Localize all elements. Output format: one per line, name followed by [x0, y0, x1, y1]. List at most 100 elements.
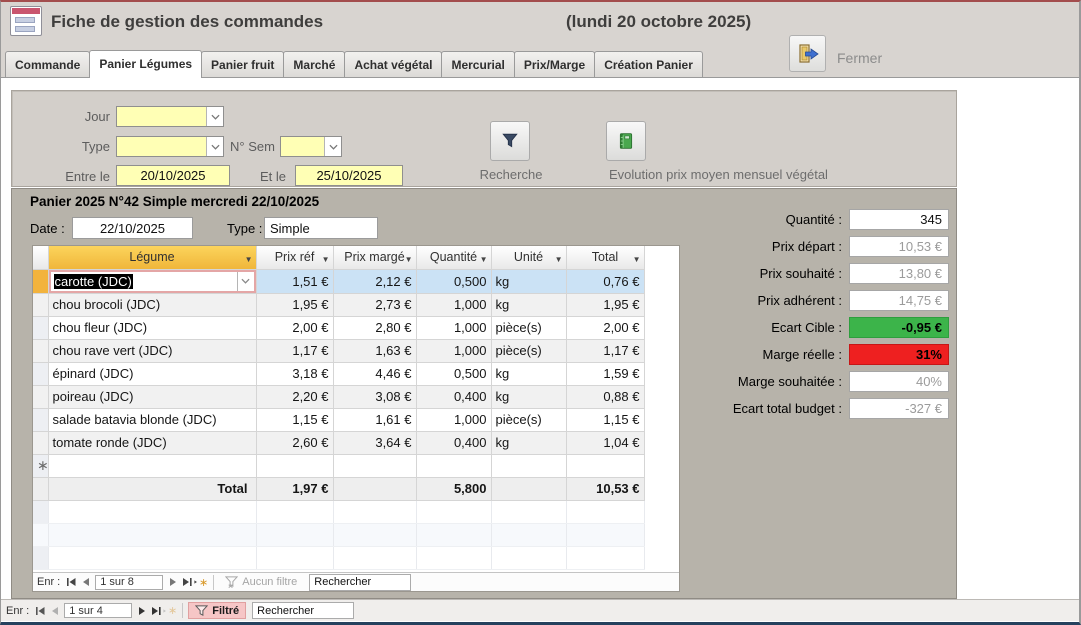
cell-prix-ref[interactable]: 2,60 €: [256, 431, 333, 454]
cell-prix-marge[interactable]: 1,61 €: [333, 408, 416, 431]
cell-total[interactable]: 1,95 €: [566, 293, 644, 316]
cell-legume[interactable]: salade batavia blonde (JDC): [48, 408, 256, 431]
next-record-button[interactable]: [135, 604, 149, 617]
cell-prix-marge[interactable]: 1,63 €: [333, 339, 416, 362]
cell-total[interactable]: 2,00 €: [566, 316, 644, 339]
cell-prix-ref[interactable]: 1,51 €: [256, 269, 333, 293]
row-selector[interactable]: [33, 431, 48, 454]
date-field[interactable]: 22/10/2025: [72, 217, 193, 239]
previous-record-button[interactable]: [78, 576, 92, 589]
cell-quantite[interactable]: 1,000: [416, 408, 491, 431]
type-field[interactable]: Simple: [264, 217, 378, 239]
row-selector[interactable]: [33, 339, 48, 362]
cell-legume[interactable]: poireau (JDC): [48, 385, 256, 408]
cell-total[interactable]: 0,76 €: [566, 269, 644, 293]
row-selector[interactable]: [33, 316, 48, 339]
cell-legume[interactable]: [48, 454, 256, 477]
evolution-button[interactable]: [606, 121, 646, 161]
cell-legume[interactable]: tomate ronde (JDC): [48, 431, 256, 454]
jour-combobox[interactable]: [116, 106, 224, 127]
close-form-button[interactable]: [789, 35, 826, 72]
cell-quantite[interactable]: 0,400: [416, 431, 491, 454]
tab-panier-fruit[interactable]: Panier fruit: [201, 51, 284, 77]
filtered-toggle[interactable]: Filtré: [188, 602, 246, 619]
cell-prix-ref[interactable]: 3,18 €: [256, 362, 333, 385]
cell-prix-marge[interactable]: 4,46 €: [333, 362, 416, 385]
quantite-field[interactable]: 345: [849, 209, 949, 230]
row-selector[interactable]: [33, 269, 48, 293]
cell-unite[interactable]: pièce(s): [491, 408, 566, 431]
cell-legume[interactable]: chou brocoli (JDC): [48, 293, 256, 316]
cell-unite[interactable]: kg: [491, 431, 566, 454]
new-record-button[interactable]: ∗: [163, 604, 177, 617]
cell-prix-marge[interactable]: 2,80 €: [333, 316, 416, 339]
column-filter-icon[interactable]: ▼: [480, 255, 488, 264]
search-input[interactable]: Rechercher: [309, 574, 411, 591]
tab-achat-vegetal[interactable]: Achat végétal: [344, 51, 442, 77]
cell-quantite[interactable]: 0,400: [416, 385, 491, 408]
cell-legume[interactable]: épinard (JDC): [48, 362, 256, 385]
chevron-down-icon[interactable]: [237, 272, 254, 291]
cell-legume[interactable]: chou rave vert (JDC): [48, 339, 256, 362]
column-header-total[interactable]: Total▼: [566, 246, 644, 269]
select-all-corner[interactable]: [33, 246, 48, 269]
cell-unite[interactable]: kg: [491, 362, 566, 385]
row-selector[interactable]: [33, 362, 48, 385]
type-combobox[interactable]: [116, 136, 224, 157]
column-header-prix-ref[interactable]: Prix réf▼: [256, 246, 333, 269]
search-input[interactable]: Rechercher: [252, 602, 354, 619]
legume-combo-cell[interactable]: carotte (JDC): [48, 269, 256, 293]
record-position-box[interactable]: 1 sur 8: [95, 575, 163, 590]
new-record-button[interactable]: ∗: [194, 576, 208, 589]
cell-unite[interactable]: kg: [491, 269, 566, 293]
column-filter-icon[interactable]: ▼: [322, 255, 330, 264]
cell-total[interactable]: 1,04 €: [566, 431, 644, 454]
last-record-button[interactable]: [149, 604, 163, 617]
row-selector[interactable]: [33, 293, 48, 316]
cell-prix-ref[interactable]: 2,20 €: [256, 385, 333, 408]
et-le-field[interactable]: 25/10/2025: [295, 165, 403, 186]
cell-prix-ref[interactable]: 1,95 €: [256, 293, 333, 316]
cell-total[interactable]: [566, 454, 644, 477]
cell-total[interactable]: 0,88 €: [566, 385, 644, 408]
cell-prix-ref[interactable]: 2,00 €: [256, 316, 333, 339]
cell-unite[interactable]: pièce(s): [491, 316, 566, 339]
cell-total[interactable]: 1,15 €: [566, 408, 644, 431]
cell-prix-marge[interactable]: 2,12 €: [333, 269, 416, 293]
num-sem-combobox[interactable]: [280, 136, 342, 157]
column-filter-icon[interactable]: ▼: [555, 255, 563, 264]
no-filter-toggle[interactable]: Aucun filtre: [219, 574, 303, 591]
tab-creation-panier[interactable]: Création Panier: [594, 51, 703, 77]
marge-souhaitee-field[interactable]: 40%: [849, 371, 949, 392]
cell-unite[interactable]: pièce(s): [491, 339, 566, 362]
tab-commande[interactable]: Commande: [5, 51, 90, 77]
row-selector[interactable]: [33, 385, 48, 408]
cell-unite[interactable]: kg: [491, 293, 566, 316]
entre-le-field[interactable]: 20/10/2025: [116, 165, 230, 186]
tab-mercurial[interactable]: Mercurial: [441, 51, 514, 77]
cell-total[interactable]: 1,17 €: [566, 339, 644, 362]
cell-unite[interactable]: [491, 454, 566, 477]
column-header-legume[interactable]: Légume▼: [48, 246, 256, 269]
cell-prix-marge[interactable]: 3,64 €: [333, 431, 416, 454]
chevron-down-icon[interactable]: [206, 107, 223, 126]
column-header-unite[interactable]: Unité▼: [491, 246, 566, 269]
cell-prix-marge[interactable]: [333, 454, 416, 477]
last-record-button[interactable]: [180, 576, 194, 589]
next-record-button[interactable]: [166, 576, 180, 589]
recherche-button[interactable]: [490, 121, 530, 161]
cell-prix-ref[interactable]: 1,15 €: [256, 408, 333, 431]
tab-panier-legumes[interactable]: Panier Légumes: [89, 50, 202, 78]
cell-legume[interactable]: chou fleur (JDC): [48, 316, 256, 339]
cell-quantite[interactable]: [416, 454, 491, 477]
cell-prix-marge[interactable]: 3,08 €: [333, 385, 416, 408]
chevron-down-icon[interactable]: [324, 137, 341, 156]
record-position-box[interactable]: 1 sur 4: [64, 603, 132, 618]
column-header-quantite[interactable]: Quantité▼: [416, 246, 491, 269]
cell-prix-marge[interactable]: 2,73 €: [333, 293, 416, 316]
row-selector[interactable]: [33, 408, 48, 431]
column-filter-icon[interactable]: ▼: [633, 255, 641, 264]
column-header-prix-marge[interactable]: Prix margé▼: [333, 246, 416, 269]
previous-record-button[interactable]: [47, 604, 61, 617]
cell-prix-ref[interactable]: [256, 454, 333, 477]
